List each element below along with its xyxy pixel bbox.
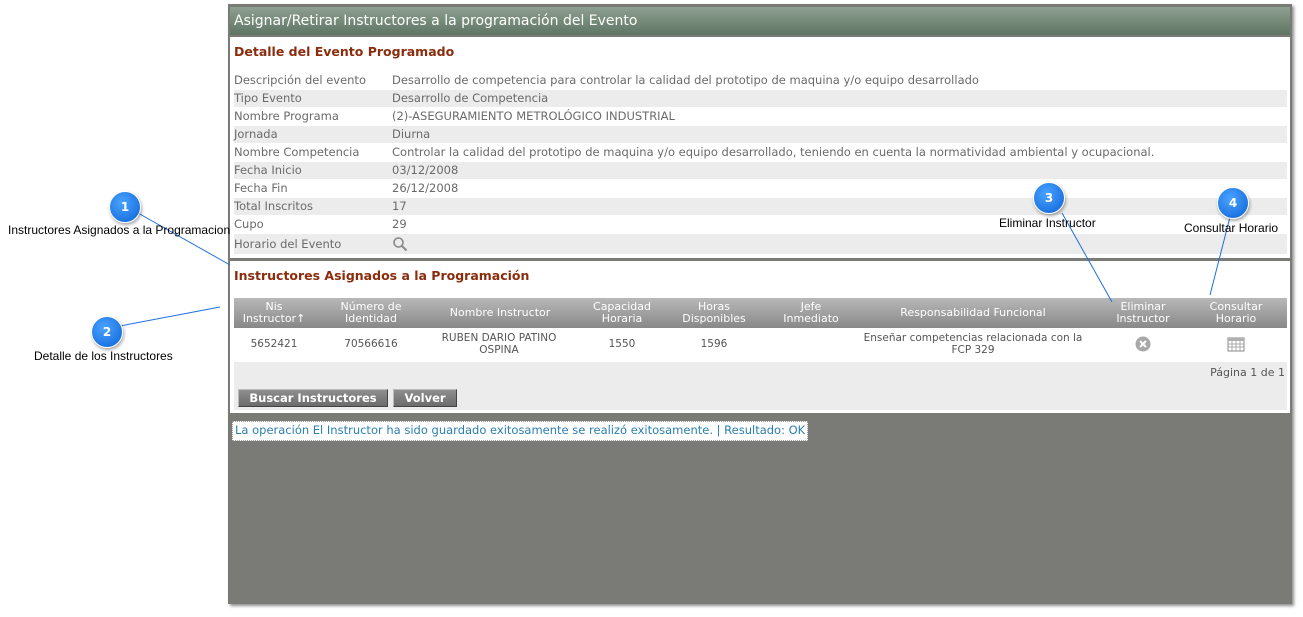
callout-badge-1: 1: [109, 191, 141, 223]
callout-label-4: Consultar Horario: [1184, 221, 1279, 235]
callout-badge-3: 3: [1033, 182, 1065, 214]
callout-connectors: [119, 212, 1231, 327]
callout-label-3: Eliminar Instructor: [999, 216, 1096, 230]
callout-label-2: Detalle de los Instructores: [34, 349, 173, 363]
callout-badge-4: 4: [1217, 187, 1249, 219]
callout-badge-2: 2: [91, 316, 123, 348]
callout-label-1: Instructores Asignados a la Programacion: [8, 223, 231, 237]
